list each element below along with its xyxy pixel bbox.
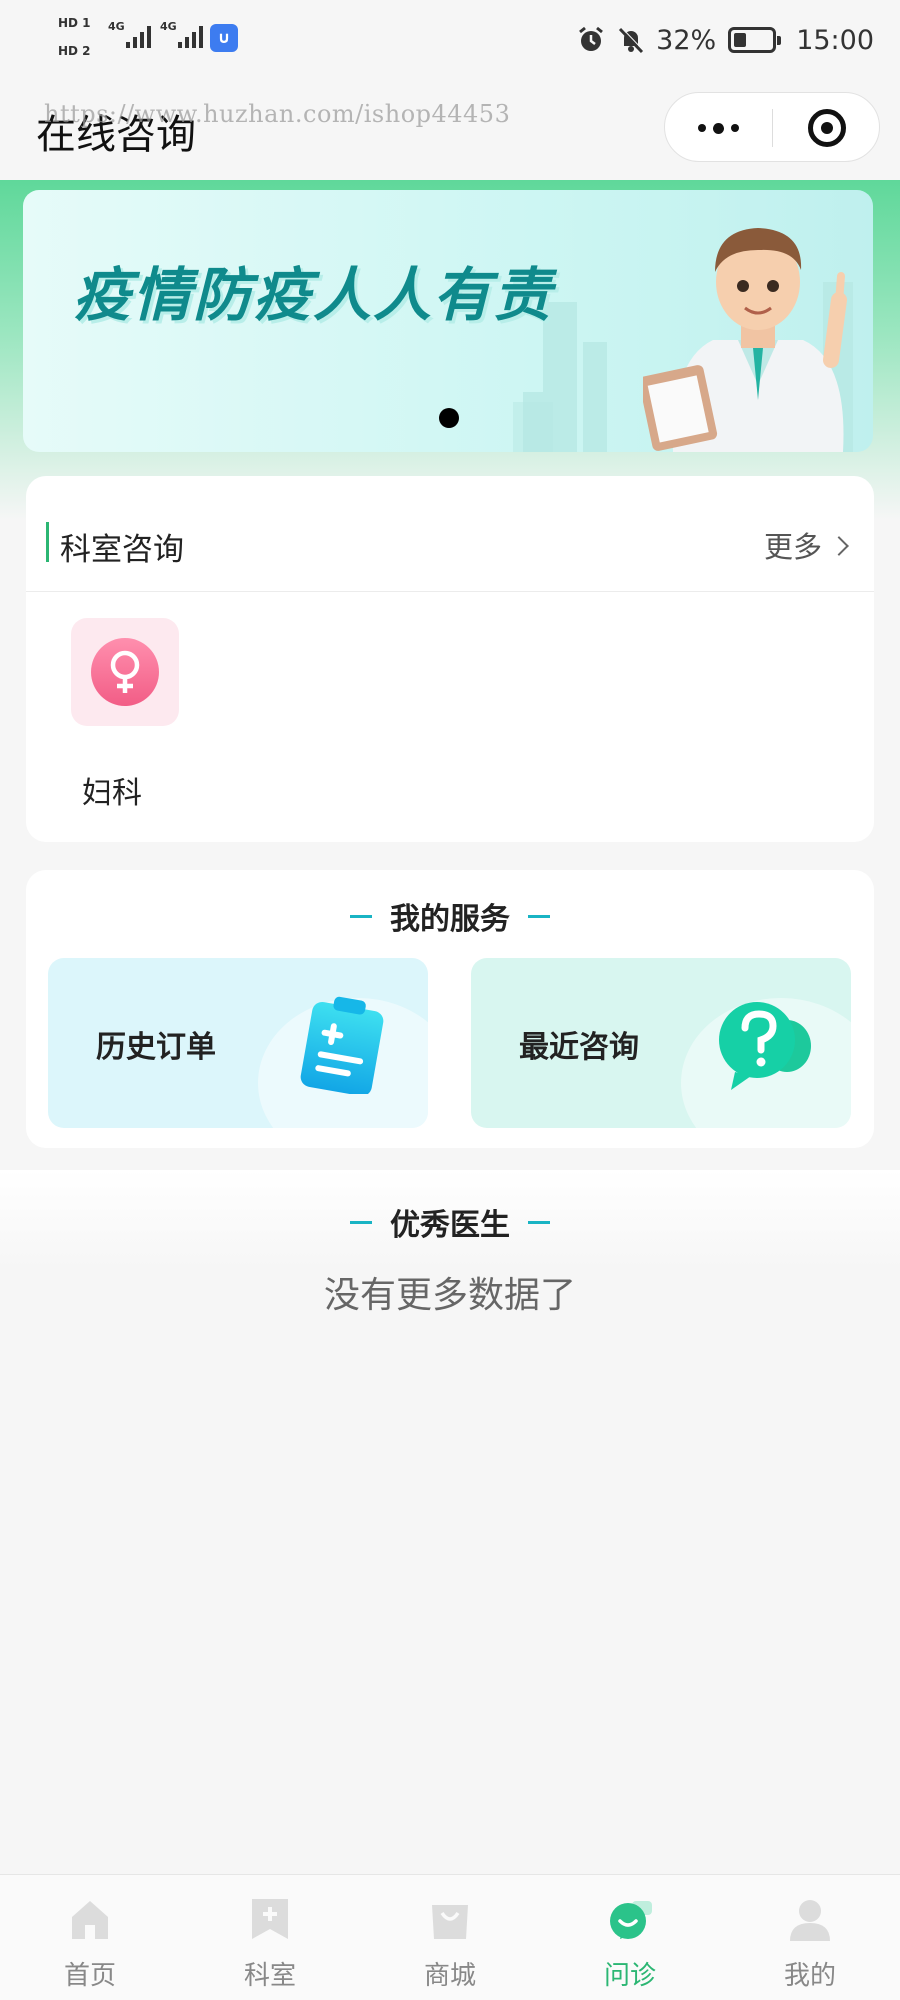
signal-indicators: HD 1 HD 2 4G 4G ∪ <box>58 14 248 64</box>
department-header: 科室咨询 更多 <box>26 476 874 592</box>
services-card: 我的服务 历史订单 最近咨询 <box>26 870 874 1148</box>
network-type-1: 4G <box>108 20 125 33</box>
shop-bag-icon <box>432 1905 468 1939</box>
close-mini-program-button[interactable] <box>773 93 880 163</box>
service-label: 最近咨询 <box>519 1030 639 1065</box>
recent-consults-tile[interactable]: 最近咨询 <box>471 958 851 1128</box>
battery-icon <box>728 27 782 53</box>
clock-time: 15:00 <box>796 24 874 56</box>
department-title: 科室咨询 <box>60 532 184 568</box>
tab-label: 首页 <box>63 1961 116 1991</box>
bottom-tab-bar: 首页 科室 商城 问诊 我的 <box>0 1874 900 2000</box>
female-symbol-icon <box>91 638 159 706</box>
services-heading: 我的服务 <box>0 894 900 938</box>
tab-label: 问诊 <box>603 1961 656 1991</box>
dot-icon <box>713 122 724 134</box>
watermark-text: https://www.huzhan.com/ishop44453 <box>44 100 511 128</box>
banner-slogan: 疫情防疫人人有责 <box>73 261 554 329</box>
status-right: 32% 15:00 <box>576 20 874 60</box>
doctors-heading: 优秀医生 <box>0 1200 900 1244</box>
tab-label: 科室 <box>243 1961 296 1991</box>
department-card: 科室咨询 更多 妇科 <box>26 476 874 842</box>
alarm-icon <box>579 26 604 51</box>
dot-icon <box>698 124 706 132</box>
more-label: 更多 <box>763 530 822 564</box>
tab-mine[interactable]: 我的 <box>720 1875 900 2000</box>
heading-dash <box>350 914 372 918</box>
heading-dash <box>350 1220 372 1224</box>
hd1-badge: HD 1 <box>58 16 91 30</box>
doctors-title: 优秀医生 <box>390 1208 510 1243</box>
consult-chat-icon <box>610 1901 652 1939</box>
dot-icon <box>731 124 739 132</box>
clinic-icon <box>252 1899 288 1939</box>
accent-bar <box>46 522 49 562</box>
app-notification-icon: ∪ <box>210 24 238 52</box>
status-bar: HD 1 HD 2 4G 4G ∪ 32% 15:00 <box>0 0 900 80</box>
signal-bars-1-icon <box>126 26 151 48</box>
department-item-gynecology[interactable] <box>71 618 179 726</box>
nav-bar: 在线咨询 https://www.huzhan.com/ishop44453 <box>0 80 900 180</box>
user-icon <box>790 1900 830 1941</box>
tab-department[interactable]: 科室 <box>180 1875 360 2000</box>
building-shape <box>513 402 553 452</box>
tab-label: 我的 <box>783 1961 836 1991</box>
signal-bars-2-icon <box>178 26 203 48</box>
chevron-right-icon <box>829 536 849 556</box>
tab-label: 商城 <box>423 1961 476 1991</box>
history-orders-tile[interactable]: 历史订单 <box>48 958 428 1128</box>
more-options-button[interactable] <box>665 93 772 163</box>
mini-program-capsule <box>664 92 880 162</box>
doctor-illustration-icon <box>643 228 847 452</box>
building-shape <box>583 342 607 452</box>
hd2-badge: HD 2 <box>58 44 91 58</box>
mute-bell-icon <box>619 27 645 54</box>
home-icon <box>72 1901 108 1939</box>
question-chat-icon <box>719 1002 811 1090</box>
department-item-label[interactable]: 妇科 <box>82 768 142 812</box>
battery-percent: 32% <box>656 24 717 56</box>
promo-banner[interactable]: 疫情防疫人人有责 <box>23 190 873 452</box>
services-title: 我的服务 <box>390 902 510 937</box>
heading-dash <box>528 1220 550 1224</box>
tab-consult[interactable]: 问诊 <box>540 1875 720 2000</box>
network-type-2: 4G <box>160 20 177 33</box>
empty-list-message: 没有更多数据了 <box>323 1275 576 1316</box>
service-label: 历史订单 <box>96 1030 216 1065</box>
target-circle-icon <box>807 109 846 147</box>
more-departments-link[interactable]: 更多 <box>763 524 849 566</box>
clipboard-icon <box>300 996 384 1094</box>
tab-shop[interactable]: 商城 <box>360 1875 540 2000</box>
heading-dash <box>528 914 550 918</box>
carousel-dot[interactable] <box>439 408 459 428</box>
tab-home[interactable]: 首页 <box>0 1875 180 2000</box>
doctors-section: 优秀医生 <box>0 1170 900 1270</box>
